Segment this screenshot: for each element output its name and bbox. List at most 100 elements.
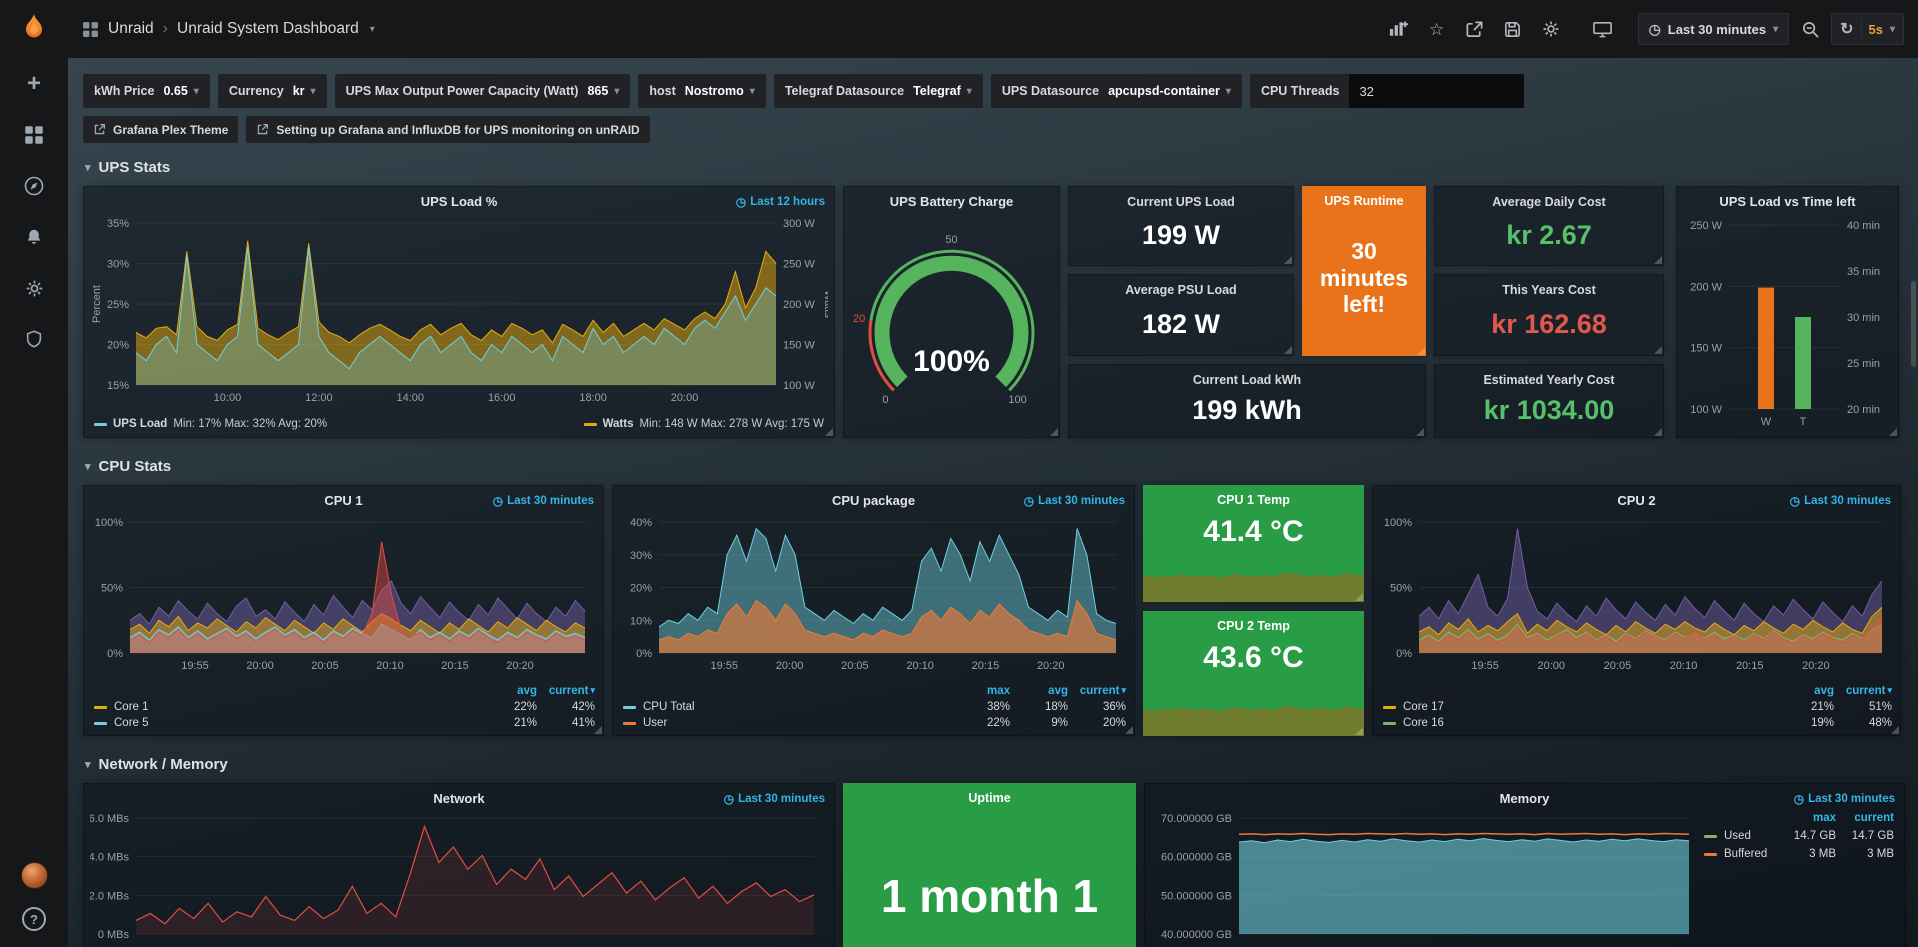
save-dashboard-button[interactable] [1496,13,1530,45]
variable-currency[interactable]: Currency kr▾ [218,74,327,108]
legend-row[interactable]: Core 5 21% 41% [94,717,595,729]
legend-row[interactable]: Buffered 3 MB 3 MB [1704,848,1894,860]
panel-time-range[interactable]: ◷ Last 30 minutes [493,494,594,508]
panel-title[interactable]: Current UPS Load [1069,187,1293,209]
svg-text:150 W: 150 W [1690,343,1722,355]
refresh-interval-picker[interactable]: 5s [1869,22,1883,37]
svg-text:2.0 MBs: 2.0 MBs [90,890,129,902]
legend-item[interactable]: UPS Load Min: 17% Max: 32% Avg: 20% [94,418,327,430]
svg-text:40 min: 40 min [1847,220,1880,232]
panel-title[interactable]: CPU 2 Temp [1143,611,1364,633]
panel-title[interactable]: This Years Cost [1435,275,1663,297]
clock-icon: ◷ [1794,792,1804,806]
cpu1-temp-sparkline [1143,566,1364,602]
panel-time-range[interactable]: ◷ Last 30 minutes [1024,494,1125,508]
section-ups-stats[interactable]: ▾ UPS Stats [85,159,1906,176]
panel-title[interactable]: Network [84,784,834,809]
legend-row[interactable]: User 22% 9% 20% [623,717,1126,729]
cpu-threads-input[interactable] [1349,74,1524,108]
svg-text:100%: 100% [95,517,123,529]
star-dashboard-button[interactable]: ☆ [1420,13,1454,45]
legend-row[interactable]: Core 1 22% 42% [94,701,595,713]
share-dashboard-button[interactable] [1458,13,1492,45]
svg-text:100 W: 100 W [1690,404,1722,416]
explore-compass-icon[interactable] [22,174,46,198]
panel-title[interactable]: Memory [1145,784,1904,809]
add-panel-button[interactable] [1382,13,1416,45]
panel-title[interactable]: UPS Load % [84,187,834,212]
legend-row[interactable]: Core 17 21% 51% [1383,701,1892,713]
server-admin-shield-icon[interactable] [22,327,46,351]
network-chart[interactable]: 6.0 MBs4.0 MBs2.0 MBs0 MBs [90,810,824,947]
memory-chart[interactable]: 70.000000 GB60.000000 GB50.000000 GB40.0… [1151,810,1699,947]
dashboard-settings-button[interactable] [1534,13,1568,45]
panel-cpu1: CPU 1 ◷ Last 30 minutes 100%50%0%19:5520… [83,485,604,736]
variable-telegraf-datasource[interactable]: Telegraf Datasource Telegraf▾ [774,74,983,108]
breadcrumb[interactable]: Unraid › Unraid System Dashboard ▾ [82,20,375,38]
variable-host[interactable]: host Nostromo▾ [638,74,765,108]
svg-text:30 min: 30 min [1847,312,1880,324]
panel-title[interactable]: UPS Load vs Time left [1677,187,1898,212]
svg-text:20: 20 [853,313,865,325]
panel-time-range[interactable]: ◷ Last 30 minutes [1790,494,1891,508]
svg-text:19:55: 19:55 [1471,660,1499,672]
panel-ups-battery-charge: UPS Battery Charge 02050100100% [843,186,1060,438]
cpu1-chart[interactable]: 100%50%0%19:5520:0020:0520:1020:1520:20 [90,512,597,673]
link-ups-monitoring-guide[interactable]: Setting up Grafana and InfluxDB for UPS … [246,116,649,143]
variable-kwh-price[interactable]: kWh Price 0.65▾ [83,74,210,108]
variable-ups-datasource[interactable]: UPS Datasource apcupsd-container▾ [991,74,1242,108]
ups-load-legend: UPS Load Min: 17% Max: 32% Avg: 20% Watt… [94,418,824,430]
panel-title[interactable]: Current Load kWh [1069,365,1425,387]
cpu-temp-column: CPU 1 Temp 41.4 °C CPU 2 Temp 43.6 °C [1143,485,1364,736]
legend-row[interactable]: CPU Total 38% 18% 36% [623,701,1126,713]
help-icon[interactable]: ? [22,907,46,931]
link-grafana-plex-theme[interactable]: Grafana Plex Theme [83,116,238,143]
section-network-memory[interactable]: ▾ Network / Memory [85,756,1906,773]
breadcrumb-dashboard-title[interactable]: Unraid System Dashboard [177,20,359,38]
navbar: Unraid › Unraid System Dashboard ▾ ☆ ◷ L… [68,0,1918,58]
panel-title[interactable]: Average PSU Load [1069,275,1293,297]
cpu-package-chart[interactable]: 40%30%20%10%0%19:5520:0020:0520:1020:152… [619,512,1128,673]
legend-item[interactable]: Watts Min: 148 W Max: 278 W Avg: 175 W [584,418,824,430]
svg-text:35%: 35% [107,218,129,230]
legend-row[interactable]: Core 16 19% 48% [1383,717,1892,729]
panel-time-range[interactable]: ◷ Last 12 hours [736,195,825,209]
dashboards-icon[interactable] [22,123,46,147]
user-avatar[interactable] [21,862,48,889]
time-range-picker[interactable]: ◷ Last 30 minutes ▾ [1638,13,1790,45]
svg-text:0%: 0% [107,648,123,660]
svg-text:12:00: 12:00 [305,392,333,404]
panel-title[interactable]: CPU 1 Temp [1143,485,1364,507]
ups-stats-row: UPS Load % ◷ Last 12 hours 35%30%25%20%1… [83,186,1906,438]
panel-title[interactable]: Estimated Yearly Cost [1435,365,1663,387]
zoom-out-button[interactable] [1793,13,1827,45]
cpu2-chart[interactable]: 100%50%0%19:5520:0020:0520:1020:1520:20 [1379,512,1894,673]
battery-gauge-chart[interactable]: 02050100100% [852,215,1051,429]
panel-title[interactable]: Average Daily Cost [1435,187,1663,209]
cycle-view-button[interactable] [1586,13,1620,45]
variable-ups-max-output[interactable]: UPS Max Output Power Capacity (Watt) 865… [335,74,631,108]
ups-load-chart[interactable]: 35%30%25%20%15%300 W250 W200 W150 W100 W… [90,213,828,407]
scrollbar-thumb[interactable] [1911,281,1916,367]
grafana-logo[interactable] [17,12,51,46]
panel-title[interactable]: UPS Battery Charge [844,187,1059,212]
ups-load-vs-time-chart[interactable]: 250 W200 W150 W100 W40 min35 min30 min25… [1681,213,1894,431]
stat-value: 1 month 1 [843,869,1136,923]
panel-title[interactable]: UPS Runtime [1302,186,1426,208]
svg-text:16:00: 16:00 [488,392,516,404]
panel-time-range[interactable]: ◷ Last 30 minutes [724,792,825,806]
create-icon[interactable]: + [22,72,46,96]
section-cpu-stats[interactable]: ▾ CPU Stats [85,458,1906,475]
legend-row[interactable]: Used 14.7 GB 14.7 GB [1704,830,1894,842]
panel-title[interactable]: Uptime [843,783,1136,805]
svg-text:0%: 0% [636,648,652,660]
panel-cpu1-temp: CPU 1 Temp 41.4 °C [1143,485,1364,602]
chevron-down-icon: ▾ [967,86,972,97]
alerting-bell-icon[interactable] [22,225,46,249]
configuration-gear-icon[interactable] [22,276,46,300]
network-memory-row: Network ◷ Last 30 minutes 6.0 MBs4.0 MBs… [83,783,1906,947]
panel-time-range[interactable]: ◷ Last 30 minutes [1794,792,1895,806]
sort-caret-icon: ▾ [590,685,595,697]
refresh-button[interactable]: ↻ [1840,19,1853,39]
breadcrumb-app[interactable]: Unraid [108,20,154,38]
